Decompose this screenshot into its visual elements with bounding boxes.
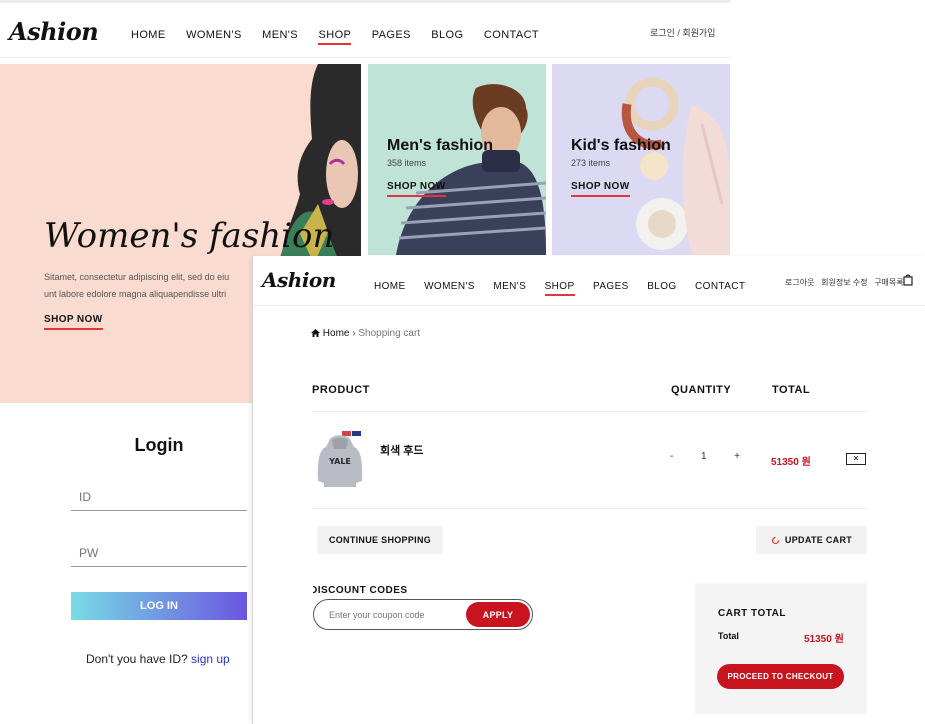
update-cart-button[interactable]: UPDATE CART [756,526,867,554]
kids-fashion-card: Kid's fashion 273 items SHOP NOW [552,64,730,255]
qty-value[interactable]: 1 [701,451,707,462]
kids-card-title: Kid's fashion [571,137,671,154]
nav-home[interactable]: HOME [374,281,406,292]
update-cart-label: UPDATE CART [784,535,853,545]
coupon-input[interactable] [329,605,459,624]
home-icon [311,329,320,337]
total-label: Total [718,631,739,641]
item-name: 회색 후드 [380,445,424,457]
qty-minus-button[interactable]: - [670,451,673,462]
cart-header: Ashion HOME WOMEN'S MEN'S SHOP PAGES BLO… [253,256,925,306]
discount-title-text: DISCOUNT CODES [313,585,408,596]
header-total: TOTAL [772,384,811,396]
nav-mens[interactable]: MEN'S [493,281,526,292]
hero-shop-now-link[interactable]: SHOP NOW [44,314,103,330]
mens-card-count: 358 items [387,158,427,168]
user-links: 로그아웃 회원정보 수정 구매목록 [785,277,904,288]
discount-title: DISCOUNT CODES [313,585,423,596]
home-header: Ashion HOME WOMEN'S MEN'S SHOP PAGES BLO… [0,3,730,58]
product-print: YALE [328,457,351,466]
pw-input[interactable] [71,539,247,567]
signup-row: Don't you have ID? sign up [86,652,230,666]
total-value: 51350 원 [804,634,844,645]
nav-blog[interactable]: BLOG [431,29,463,41]
continue-shopping-button[interactable]: CONTINUE SHOPPING [317,526,443,554]
refresh-icon [771,536,780,544]
breadcrumb-current: Shopping cart [358,328,421,339]
close-icon[interactable]: ✕ [846,453,866,465]
mens-card-title: Men's fashion [387,137,494,154]
quantity-stepper: - 1 + [670,451,740,462]
table-row: YALE 회색 후드 - 1 + 51350 원 ✕ [312,412,868,508]
breadcrumb-home[interactable]: Home [323,328,350,339]
shopping-bag-icon[interactable] [903,274,913,286]
nav-contact[interactable]: CONTACT [695,281,745,292]
hero-title: Women's fashion [44,216,335,256]
login-button[interactable]: LOG IN [71,592,247,620]
breadcrumb-separator: › [352,328,356,339]
proceed-to-checkout-button[interactable]: PROCEED TO CHECKOUT [717,664,844,689]
nav-blog[interactable]: BLOG [647,281,676,292]
nav-womens[interactable]: WOMEN'S [424,281,475,292]
qty-plus-button[interactable]: + [734,451,740,462]
nav-contact[interactable]: CONTACT [484,29,539,41]
cart-total-panel: CART TOTAL Total 51350 원 PROCEED TO CHEC… [695,583,867,714]
nav-home[interactable]: HOME [131,29,166,41]
auth-links[interactable]: 로그인 / 회원가입 [650,26,715,39]
nav-shop[interactable]: SHOP [318,29,352,45]
header-quantity: QUANTITY [671,384,732,396]
product-image: YALE [317,431,363,487]
nav-womens[interactable]: WOMEN'S [186,29,242,41]
cart-nav: HOME WOMEN'S MEN'S SHOP PAGES BLOG CONTA… [374,276,759,296]
cart-logo[interactable]: Ashion [262,268,336,292]
cart-total-title: CART TOTAL [718,608,786,619]
kids-card-count: 273 items [571,158,611,168]
logout-link[interactable]: 로그아웃 [785,278,814,287]
kids-shop-now-link[interactable]: SHOP NOW [571,181,630,197]
home-nav: HOME WOMEN'S MEN'S SHOP PAGES BLOG CONTA… [131,25,555,45]
row-divider [312,508,868,509]
edit-profile-link[interactable]: 회원정보 수정 [821,278,867,287]
mens-shop-now-link[interactable]: SHOP NOW [387,181,446,197]
signup-link[interactable]: sign up [191,652,230,666]
cart-window: Ashion HOME WOMEN'S MEN'S SHOP PAGES BLO… [252,256,925,724]
id-input[interactable] [71,483,247,511]
breadcrumb: Home › Shopping cart [311,328,420,339]
signup-prompt: Don't you have ID? [86,652,188,666]
apply-button[interactable]: APPLY [466,602,530,627]
nav-pages[interactable]: PAGES [593,281,629,292]
item-total: 51350 원 [771,457,811,468]
header-product: PRODUCT [312,384,370,396]
nav-mens[interactable]: MEN'S [262,29,298,41]
nav-pages[interactable]: PAGES [372,29,411,41]
home-logo[interactable]: Ashion [9,17,99,46]
coupon-form: APPLY [313,599,533,630]
mens-fashion-card: Men's fashion 358 items SHOP NOW [368,64,546,255]
nav-shop[interactable]: SHOP [544,281,575,296]
purchase-list-link[interactable]: 구매목록 [874,278,903,287]
